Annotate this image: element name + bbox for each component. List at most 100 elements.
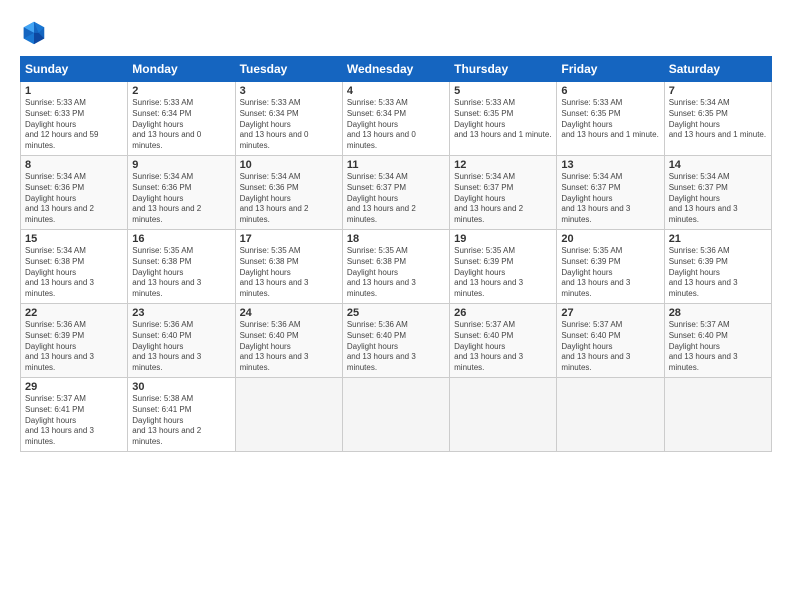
day-detail: Sunrise: 5:34 AMSunset: 6:37 PMDaylight …	[454, 172, 552, 226]
day-cell: 27Sunrise: 5:37 AMSunset: 6:40 PMDayligh…	[557, 304, 664, 378]
week-row-1: 1Sunrise: 5:33 AMSunset: 6:33 PMDaylight…	[21, 82, 772, 156]
day-number: 30	[132, 381, 230, 393]
col-header-wednesday: Wednesday	[342, 57, 449, 82]
day-detail: Sunrise: 5:34 AMSunset: 6:36 PMDaylight …	[132, 172, 230, 226]
col-header-tuesday: Tuesday	[235, 57, 342, 82]
day-number: 18	[347, 233, 445, 245]
day-detail: Sunrise: 5:34 AMSunset: 6:38 PMDaylight …	[25, 246, 123, 300]
day-number: 16	[132, 233, 230, 245]
day-number: 24	[240, 307, 338, 319]
day-cell: 3Sunrise: 5:33 AMSunset: 6:34 PMDaylight…	[235, 82, 342, 156]
day-number: 3	[240, 85, 338, 97]
day-cell: 20Sunrise: 5:35 AMSunset: 6:39 PMDayligh…	[557, 230, 664, 304]
day-detail: Sunrise: 5:34 AMSunset: 6:37 PMDaylight …	[561, 172, 659, 226]
day-cell	[450, 378, 557, 452]
day-number: 17	[240, 233, 338, 245]
day-detail: Sunrise: 5:36 AMSunset: 6:40 PMDaylight …	[347, 320, 445, 374]
day-cell	[342, 378, 449, 452]
day-cell	[557, 378, 664, 452]
week-row-2: 8Sunrise: 5:34 AMSunset: 6:36 PMDaylight…	[21, 156, 772, 230]
day-number: 8	[25, 159, 123, 171]
page: SundayMondayTuesdayWednesdayThursdayFrid…	[0, 0, 792, 612]
day-cell	[235, 378, 342, 452]
day-number: 28	[669, 307, 767, 319]
day-cell: 25Sunrise: 5:36 AMSunset: 6:40 PMDayligh…	[342, 304, 449, 378]
day-number: 5	[454, 85, 552, 97]
day-cell: 30Sunrise: 5:38 AMSunset: 6:41 PMDayligh…	[128, 378, 235, 452]
day-cell: 6Sunrise: 5:33 AMSunset: 6:35 PMDaylight…	[557, 82, 664, 156]
day-cell: 10Sunrise: 5:34 AMSunset: 6:36 PMDayligh…	[235, 156, 342, 230]
day-number: 9	[132, 159, 230, 171]
day-detail: Sunrise: 5:34 AMSunset: 6:35 PMDaylight …	[669, 98, 767, 141]
calendar-table: SundayMondayTuesdayWednesdayThursdayFrid…	[20, 56, 772, 452]
day-number: 21	[669, 233, 767, 245]
day-cell	[664, 378, 771, 452]
header	[20, 18, 772, 46]
day-cell: 5Sunrise: 5:33 AMSunset: 6:35 PMDaylight…	[450, 82, 557, 156]
day-detail: Sunrise: 5:33 AMSunset: 6:35 PMDaylight …	[561, 98, 659, 141]
day-number: 7	[669, 85, 767, 97]
day-detail: Sunrise: 5:37 AMSunset: 6:40 PMDaylight …	[669, 320, 767, 374]
day-detail: Sunrise: 5:33 AMSunset: 6:34 PMDaylight …	[132, 98, 230, 152]
logo-icon	[20, 18, 48, 46]
day-cell: 12Sunrise: 5:34 AMSunset: 6:37 PMDayligh…	[450, 156, 557, 230]
day-detail: Sunrise: 5:33 AMSunset: 6:35 PMDaylight …	[454, 98, 552, 141]
day-cell: 4Sunrise: 5:33 AMSunset: 6:34 PMDaylight…	[342, 82, 449, 156]
day-detail: Sunrise: 5:33 AMSunset: 6:33 PMDaylight …	[25, 98, 123, 152]
col-header-friday: Friday	[557, 57, 664, 82]
day-cell: 26Sunrise: 5:37 AMSunset: 6:40 PMDayligh…	[450, 304, 557, 378]
day-detail: Sunrise: 5:35 AMSunset: 6:38 PMDaylight …	[132, 246, 230, 300]
day-cell: 21Sunrise: 5:36 AMSunset: 6:39 PMDayligh…	[664, 230, 771, 304]
day-cell: 29Sunrise: 5:37 AMSunset: 6:41 PMDayligh…	[21, 378, 128, 452]
day-number: 1	[25, 85, 123, 97]
day-cell: 24Sunrise: 5:36 AMSunset: 6:40 PMDayligh…	[235, 304, 342, 378]
day-detail: Sunrise: 5:36 AMSunset: 6:39 PMDaylight …	[669, 246, 767, 300]
day-detail: Sunrise: 5:36 AMSunset: 6:39 PMDaylight …	[25, 320, 123, 374]
day-number: 6	[561, 85, 659, 97]
day-number: 29	[25, 381, 123, 393]
day-detail: Sunrise: 5:34 AMSunset: 6:36 PMDaylight …	[25, 172, 123, 226]
day-cell: 9Sunrise: 5:34 AMSunset: 6:36 PMDaylight…	[128, 156, 235, 230]
logo	[20, 18, 52, 46]
day-number: 12	[454, 159, 552, 171]
week-row-3: 15Sunrise: 5:34 AMSunset: 6:38 PMDayligh…	[21, 230, 772, 304]
day-number: 4	[347, 85, 445, 97]
day-number: 22	[25, 307, 123, 319]
day-cell: 23Sunrise: 5:36 AMSunset: 6:40 PMDayligh…	[128, 304, 235, 378]
day-detail: Sunrise: 5:35 AMSunset: 6:38 PMDaylight …	[347, 246, 445, 300]
day-number: 25	[347, 307, 445, 319]
day-cell: 2Sunrise: 5:33 AMSunset: 6:34 PMDaylight…	[128, 82, 235, 156]
day-number: 23	[132, 307, 230, 319]
day-detail: Sunrise: 5:35 AMSunset: 6:39 PMDaylight …	[561, 246, 659, 300]
day-cell: 19Sunrise: 5:35 AMSunset: 6:39 PMDayligh…	[450, 230, 557, 304]
day-number: 20	[561, 233, 659, 245]
day-detail: Sunrise: 5:33 AMSunset: 6:34 PMDaylight …	[240, 98, 338, 152]
day-detail: Sunrise: 5:36 AMSunset: 6:40 PMDaylight …	[240, 320, 338, 374]
day-detail: Sunrise: 5:35 AMSunset: 6:39 PMDaylight …	[454, 246, 552, 300]
day-cell: 17Sunrise: 5:35 AMSunset: 6:38 PMDayligh…	[235, 230, 342, 304]
day-detail: Sunrise: 5:38 AMSunset: 6:41 PMDaylight …	[132, 394, 230, 448]
day-number: 14	[669, 159, 767, 171]
day-cell: 15Sunrise: 5:34 AMSunset: 6:38 PMDayligh…	[21, 230, 128, 304]
day-number: 27	[561, 307, 659, 319]
day-detail: Sunrise: 5:37 AMSunset: 6:40 PMDaylight …	[454, 320, 552, 374]
day-number: 2	[132, 85, 230, 97]
day-detail: Sunrise: 5:34 AMSunset: 6:36 PMDaylight …	[240, 172, 338, 226]
day-cell: 11Sunrise: 5:34 AMSunset: 6:37 PMDayligh…	[342, 156, 449, 230]
day-number: 11	[347, 159, 445, 171]
day-cell: 18Sunrise: 5:35 AMSunset: 6:38 PMDayligh…	[342, 230, 449, 304]
day-detail: Sunrise: 5:34 AMSunset: 6:37 PMDaylight …	[669, 172, 767, 226]
day-cell: 16Sunrise: 5:35 AMSunset: 6:38 PMDayligh…	[128, 230, 235, 304]
header-row: SundayMondayTuesdayWednesdayThursdayFrid…	[21, 57, 772, 82]
day-detail: Sunrise: 5:34 AMSunset: 6:37 PMDaylight …	[347, 172, 445, 226]
day-detail: Sunrise: 5:37 AMSunset: 6:40 PMDaylight …	[561, 320, 659, 374]
day-cell: 7Sunrise: 5:34 AMSunset: 6:35 PMDaylight…	[664, 82, 771, 156]
col-header-sunday: Sunday	[21, 57, 128, 82]
day-number: 13	[561, 159, 659, 171]
day-number: 26	[454, 307, 552, 319]
col-header-saturday: Saturday	[664, 57, 771, 82]
week-row-5: 29Sunrise: 5:37 AMSunset: 6:41 PMDayligh…	[21, 378, 772, 452]
day-cell: 8Sunrise: 5:34 AMSunset: 6:36 PMDaylight…	[21, 156, 128, 230]
day-number: 15	[25, 233, 123, 245]
day-cell: 13Sunrise: 5:34 AMSunset: 6:37 PMDayligh…	[557, 156, 664, 230]
